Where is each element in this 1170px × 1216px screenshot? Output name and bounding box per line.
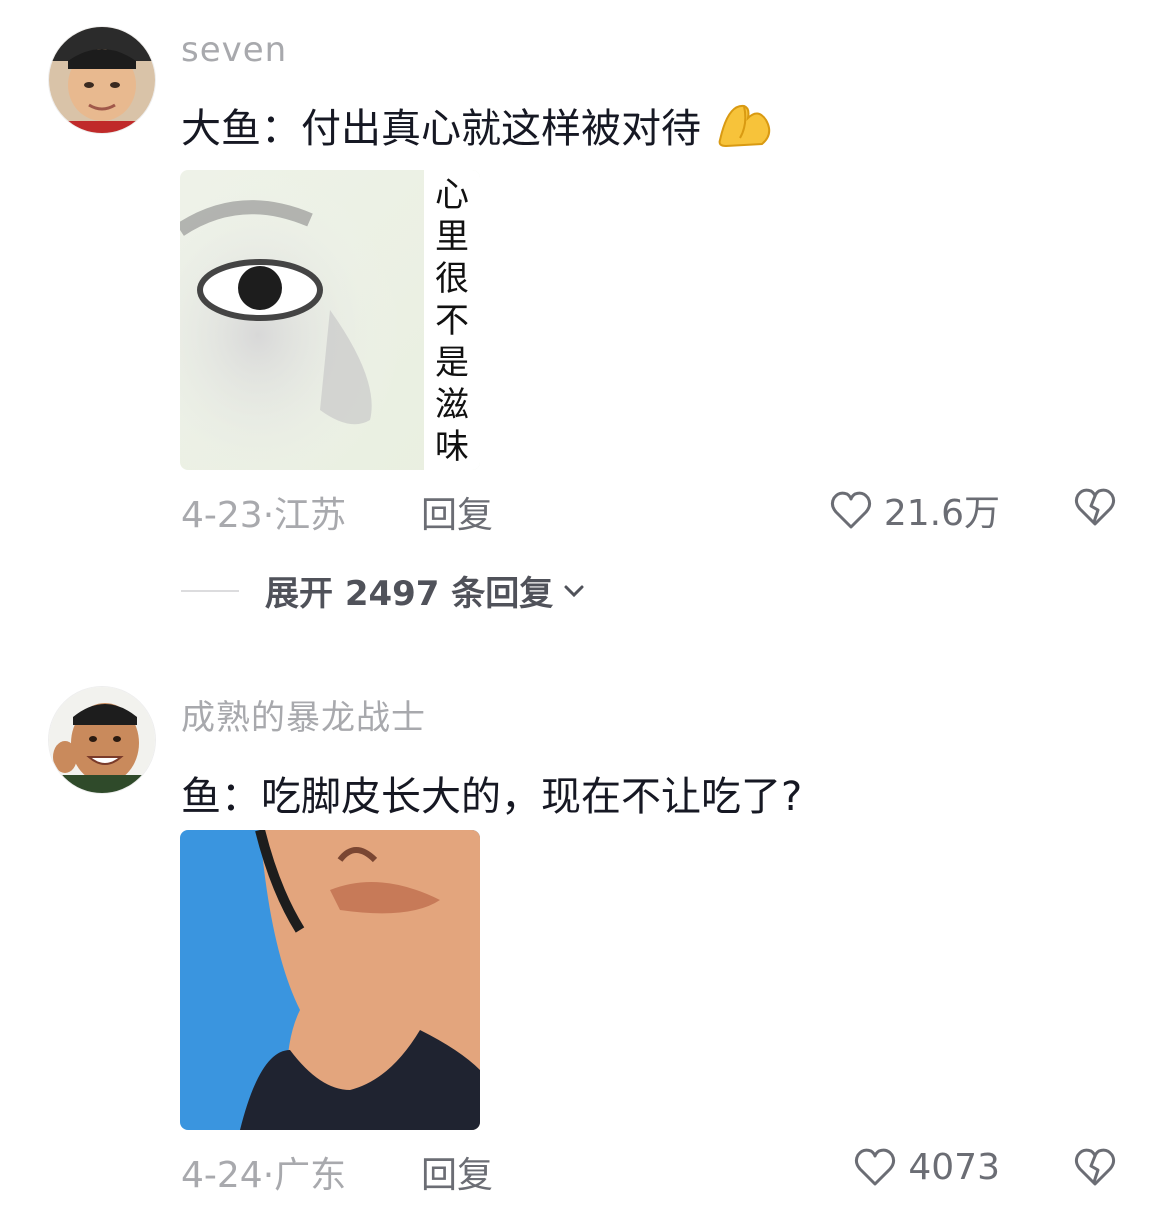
like-count: 4073 [908,1146,1000,1188]
comment-meta: 4-23·江苏 [181,486,346,538]
heart-icon [830,491,871,529]
image-caption: 心里很不是滋味 [435,175,469,467]
comment-location: 江苏 [274,495,347,536]
reply-button[interactable]: 回复 [421,486,493,538]
meta-separator: · [262,1155,275,1196]
expand-replies-button[interactable]: 展开 2497 条回复 [181,566,587,615]
comment-location: 广东 [274,1155,347,1196]
expand-replies-label: 展开 2497 条回复 [265,574,554,614]
comment-text-content: 大鱼：付出真心就这样被对待 [181,106,701,152]
comment-image[interactable]: 心里很不是滋味 [180,170,480,470]
divider-line [181,589,239,592]
comment-date: 4-23 [181,495,263,536]
username[interactable]: seven [181,30,287,70]
username[interactable]: 成熟的暴龙战士 [181,690,426,739]
comment-text: 鱼：吃脚皮长大的，现在不让吃了? [181,774,803,820]
like-button[interactable]: 21.6万 [828,484,1000,536]
pinched-fingers-emoji-icon [714,98,774,158]
comment-image[interactable] [180,830,480,1130]
dislike-button[interactable] [1072,484,1118,530]
heart-icon [855,1148,896,1186]
broken-heart-icon [1074,488,1116,526]
reply-button[interactable]: 回复 [421,1146,493,1198]
like-count: 21.6万 [883,493,1000,534]
like-button[interactable]: 4073 [852,1144,1000,1190]
meta-separator: · [262,495,275,536]
broken-heart-icon [1074,1148,1116,1186]
dislike-button[interactable] [1072,1144,1118,1190]
comment-date: 4-24 [181,1155,263,1196]
comment-meta: 4-24·广东 [181,1146,346,1198]
comment-text: 大鱼：付出真心就这样被对待 [181,96,774,158]
avatar[interactable] [48,686,156,794]
chevron-down-icon [564,585,584,597]
avatar[interactable] [48,26,156,134]
